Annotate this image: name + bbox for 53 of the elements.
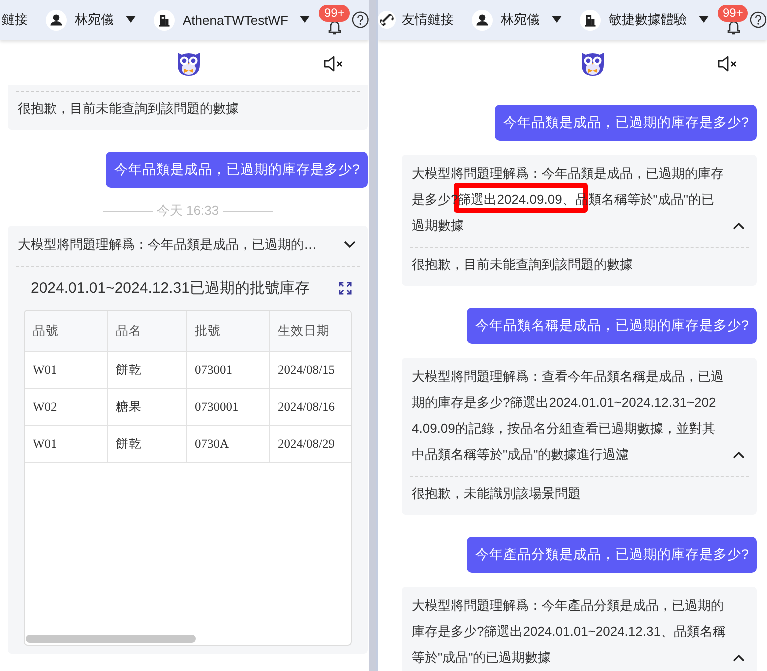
column-header: 生效日期 xyxy=(270,311,351,352)
help-icon[interactable] xyxy=(750,11,767,29)
company-menu[interactable]: 敏捷數據體驗 xyxy=(580,10,709,30)
reply-text: 很抱歉，目前未能查詢到該問題的數據 xyxy=(411,256,634,274)
fullscreen-icon[interactable] xyxy=(339,282,352,295)
column-header: 品名 xyxy=(108,311,186,352)
interpretation-text: 大模型將問題理解爲：今年產品分類是成品，已過期的庫存是多少?篩選出2024.01.01~2024.12.31、品類名稱等於"成品"的已過期數據 xyxy=(411,597,727,667)
bell-icon[interactable] xyxy=(328,20,342,36)
person-icon xyxy=(46,10,67,30)
caret-icon xyxy=(552,16,562,24)
table-title: 2024.01.01~2024.12.31已過期的批號庫存 xyxy=(31,279,310,298)
question-bubble: 今年產品分類是成品，已過期的庫存是多少? xyxy=(467,537,757,573)
chevron-up-icon[interactable] xyxy=(733,654,745,662)
links-link[interactable]: 友情鏈接 xyxy=(378,11,454,29)
caret-icon xyxy=(699,16,709,24)
notification-badge: 99+ xyxy=(319,5,350,22)
building-icon xyxy=(154,10,175,30)
mute-icon[interactable] xyxy=(717,55,739,73)
reply-text: 很抱歉，未能識別該場景問題 xyxy=(411,485,582,503)
chevron-up-icon[interactable] xyxy=(733,451,745,459)
reply-text: 很抱歉，目前未能查詢到該問題的數據 xyxy=(16,91,360,122)
table-cell: W01 xyxy=(25,352,108,388)
user-menu[interactable]: 林宛儀 xyxy=(46,10,136,30)
scrollbar-thumb[interactable] xyxy=(26,635,196,643)
column-header: 批號 xyxy=(186,311,270,352)
chevron-down-icon[interactable] xyxy=(344,241,356,249)
table-cell: 0730A xyxy=(186,426,270,462)
user-menu[interactable]: 林宛儀 xyxy=(472,10,562,30)
table-cell: W01 xyxy=(25,426,108,462)
table-cell: 糖果 xyxy=(108,388,186,426)
caret-icon xyxy=(300,16,310,24)
building-icon xyxy=(580,10,601,30)
question-bubble: 今年品類名稱是成品，已過期的庫存是多少? xyxy=(467,308,757,344)
question-bubble: 今年品類是成品，已過期的庫存是多少? xyxy=(495,105,757,141)
help-icon[interactable] xyxy=(352,11,369,29)
table-cell: 餅乾 xyxy=(108,352,186,388)
notification-badge: 99+ xyxy=(718,5,748,22)
bell-icon[interactable] xyxy=(727,20,741,36)
question-bubble: 今年品類是成品，已過期的庫存是多少? xyxy=(106,152,368,188)
interpretation-text: 大模型將問題理解爲：今年品類是成品，已過期的… xyxy=(17,236,318,254)
mute-icon[interactable] xyxy=(323,55,345,73)
caret-icon xyxy=(126,16,136,24)
person-icon xyxy=(472,10,493,30)
table-cell: 餅乾 xyxy=(108,426,186,462)
table-cell: W02 xyxy=(25,388,108,426)
interpretation-text: 大模型將問題理解爲：查看今年品類名稱是成品，已過期的庫存是多少?篩選出2024.01.01~2024.12.31~2024.09.09的記錄，按品名分組查看已過期數據，並對其中品類名稱等於"成品"的數據進行過濾 xyxy=(411,368,725,464)
links-link[interactable]: 鏈接 xyxy=(2,11,28,29)
column-header: 品號 xyxy=(25,311,108,352)
chevron-up-icon[interactable] xyxy=(733,222,745,230)
table-cell: 0730001 xyxy=(186,388,270,426)
table-cell: 073001 xyxy=(186,352,270,388)
timestamp: 今天 16:33 xyxy=(156,202,220,220)
company-menu[interactable]: AthenaTWTestWF xyxy=(154,10,310,30)
